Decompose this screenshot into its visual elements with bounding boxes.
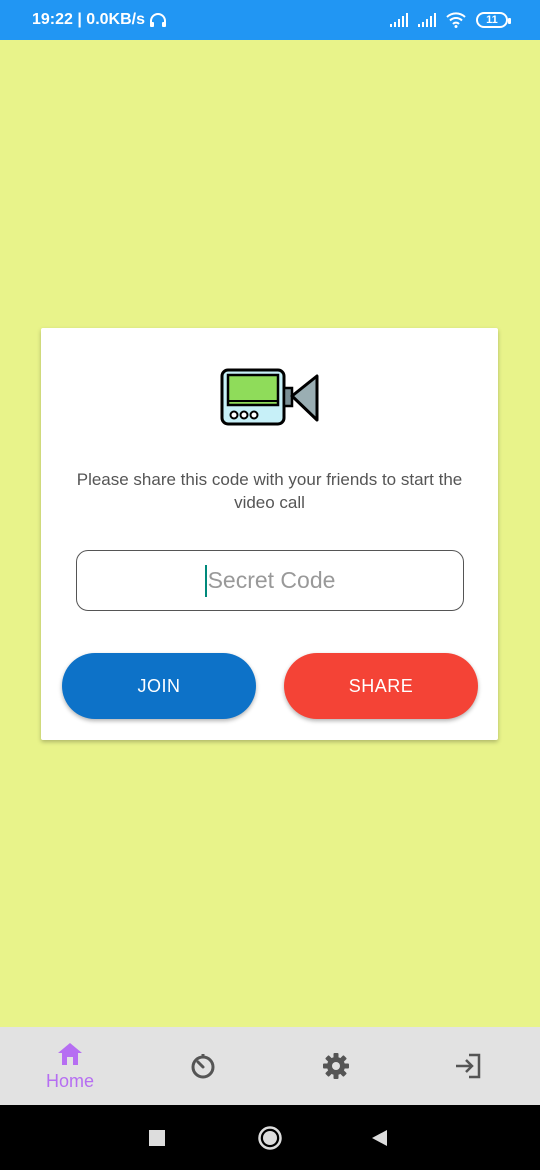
gear-icon [323,1053,349,1079]
status-bar: 19:22 | 0.0KB/s 11 [0,0,540,40]
share-instructions: Please share this code with your friends… [76,470,463,512]
status-left: 19:22 | 0.0KB/s [32,11,167,29]
headset-icon [149,13,166,27]
system-navigation-bar [0,1105,540,1170]
bottom-navigation: Home [0,1027,540,1105]
battery-icon: 11 [476,12,511,28]
nav-item-home[interactable]: Home [20,1027,120,1105]
nav-item-logout[interactable] [418,1027,518,1105]
secret-code-placeholder: Secret Code [207,567,336,593]
status-time: 19:22 | 0.0KB/s [32,11,145,28]
back-icon[interactable] [370,1129,388,1147]
wifi-icon [446,12,466,28]
signal-icon [418,13,436,27]
text-caret [204,564,207,597]
video-camera-icon [220,368,319,426]
nav-item-settings[interactable] [286,1027,386,1105]
home-icon [58,1042,82,1065]
nav-label-home: Home [45,1070,94,1091]
recents-icon[interactable] [148,1129,166,1147]
logout-icon [456,1053,481,1079]
home-button-icon[interactable] [257,1125,283,1151]
history-icon [191,1054,215,1079]
signal-icon [390,13,408,27]
join-button[interactable]: JOIN [62,653,256,719]
status-right: 11 [390,12,511,28]
share-button[interactable]: SHARE [284,653,478,719]
nav-item-history[interactable] [153,1027,253,1105]
secret-code-input[interactable]: Secret Code [76,550,464,611]
share-code-card: Please share this code with your friends… [41,328,498,740]
